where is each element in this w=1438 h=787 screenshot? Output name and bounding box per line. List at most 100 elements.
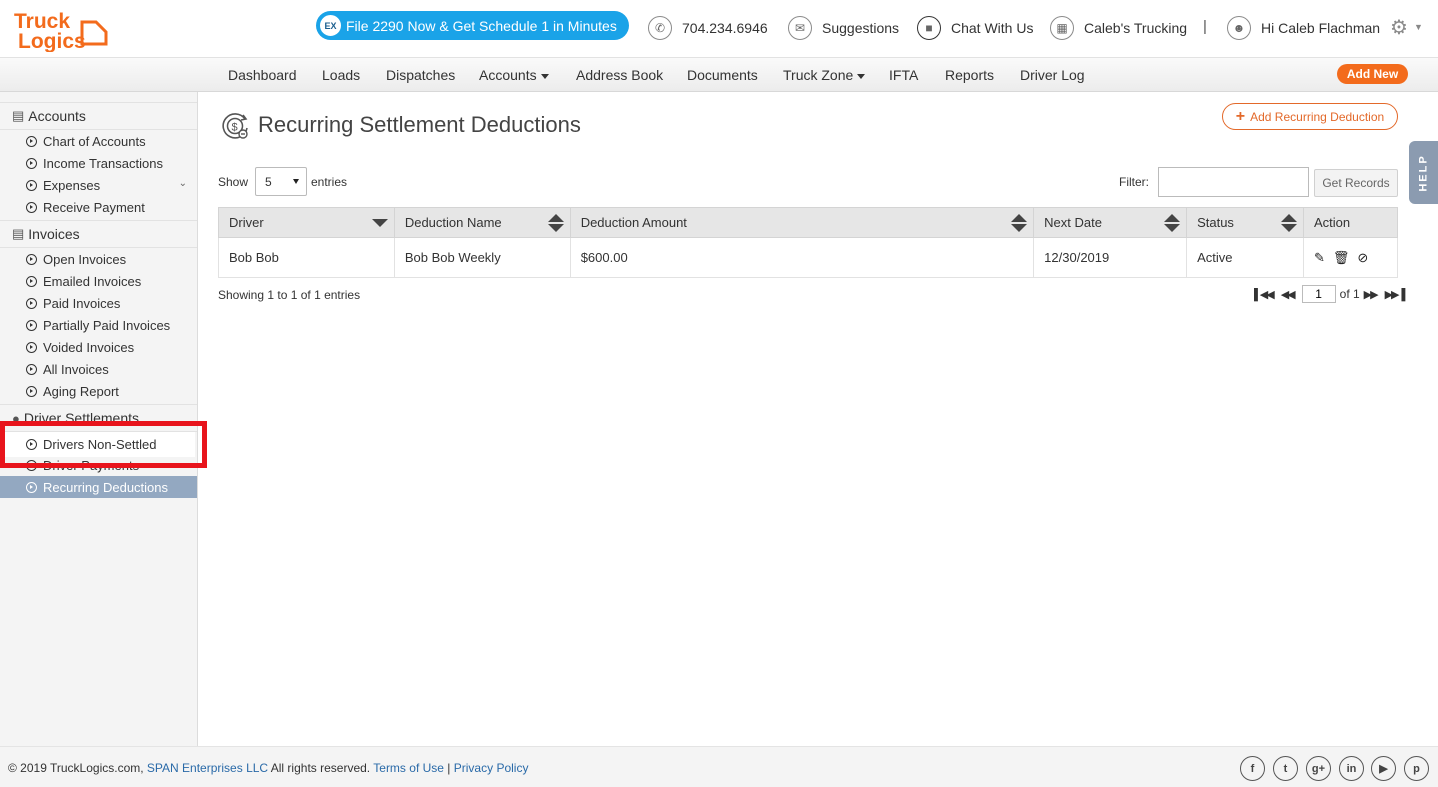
circle-play-icon — [26, 341, 37, 353]
nav-driver-log[interactable]: Driver Log — [1020, 67, 1085, 83]
sidebar-section-invoices[interactable]: ▤ Invoices — [0, 220, 197, 248]
sidebar-item-emailed-invoices[interactable]: Emailed Invoices — [0, 270, 197, 292]
nav-address-book[interactable]: Address Book — [576, 67, 663, 83]
nav-truck-zone-label: Truck Zone — [783, 67, 854, 83]
sidebar-item-all-invoices[interactable]: All Invoices — [0, 358, 197, 380]
sidebar-section-driver-settlements[interactable]: ● Driver Settlements — [0, 404, 197, 432]
page-size-value: 5 — [265, 174, 272, 189]
chat-link[interactable]: ■ Chat With Us — [917, 14, 1033, 42]
next-page-icon[interactable]: ▶▶ — [1364, 288, 1379, 301]
sidebar-item-voided-invoices[interactable]: Voided Invoices — [0, 336, 197, 358]
footer-divider: | — [447, 761, 451, 775]
column-header-status[interactable]: Status — [1186, 207, 1304, 238]
nav-accounts[interactable]: Accounts — [479, 67, 549, 83]
sidebar-item-partially-paid-invoices[interactable]: Partially Paid Invoices — [0, 314, 197, 336]
sidebar-item-recurring-deductions[interactable]: Recurring Deductions — [0, 476, 197, 498]
nav-truck-zone[interactable]: Truck Zone — [783, 67, 866, 83]
page-title: Recurring Settlement Deductions — [258, 112, 581, 137]
column-header-driver[interactable]: Driver — [218, 207, 395, 238]
nav-dispatches[interactable]: Dispatches — [386, 67, 455, 83]
deactivate-ban-icon[interactable]: ⊘ — [1357, 250, 1368, 266]
page-size-select[interactable]: 5 — [255, 167, 307, 196]
edit-pencil-icon[interactable]: ✎ — [1314, 250, 1325, 266]
sidebar-item-aging-report[interactable]: Aging Report — [0, 380, 197, 402]
cell-action: ✎ 🗑 ⊘ — [1302, 237, 1399, 278]
table-row: Bob Bob Bob Bob Weekly $600.00 12/30/201… — [218, 237, 1399, 278]
user-greeting: Hi Caleb Flachman — [1261, 20, 1381, 36]
page-of-label: of 1 — [1339, 287, 1360, 301]
sidebar-item-paid-invoices[interactable]: Paid Invoices — [0, 292, 197, 314]
terms-link[interactable]: Terms of Use — [373, 761, 444, 775]
span-enterprises-link[interactable]: SPAN Enterprises LLC — [147, 761, 268, 775]
filter-input[interactable] — [1158, 167, 1309, 197]
user-menu[interactable]: ☻ Hi Caleb Flachman — [1227, 14, 1380, 42]
sidebar-item-income-transactions[interactable]: Income Transactions — [0, 152, 197, 174]
sidebar-item-drivers-non-settled[interactable]: Drivers Non-Settled — [5, 432, 195, 457]
add-new-button[interactable]: Add New — [1337, 64, 1408, 84]
nav-reports[interactable]: Reports — [945, 67, 994, 83]
circle-play-icon — [26, 253, 37, 265]
sidebar: ▤ Accounts Chart of Accounts Income Tran… — [0, 92, 198, 746]
column-header-deduction-amount[interactable]: Deduction Amount — [569, 207, 1035, 238]
nav-documents[interactable]: Documents — [687, 67, 758, 83]
sidebar-item-expenses[interactable]: Expenses ⌄ — [0, 174, 197, 196]
first-page-icon[interactable]: ▌◀◀ — [1254, 288, 1275, 301]
add-recurring-deduction-button[interactable]: + Add Recurring Deduction — [1222, 103, 1398, 130]
settings-caret-icon[interactable]: ▼ — [1414, 22, 1423, 32]
column-header-deduction-name[interactable]: Deduction Name — [393, 207, 571, 238]
circle-play-icon — [26, 179, 37, 191]
sidebar-item-chart-of-accounts[interactable]: Chart of Accounts — [0, 130, 197, 152]
caret-down-icon — [857, 73, 866, 79]
page-number-input[interactable] — [1301, 285, 1336, 303]
circle-play-icon — [26, 201, 37, 213]
phone-link[interactable]: ✆ 704.234.6946 — [648, 14, 768, 42]
linkedin-icon[interactable]: in — [1339, 756, 1364, 781]
googleplus-icon[interactable]: g+ — [1306, 756, 1331, 781]
last-page-icon[interactable]: ▶▶▐ — [1385, 288, 1406, 301]
sidebar-item-label: All Invoices — [43, 361, 109, 377]
twitter-icon[interactable]: t — [1273, 756, 1298, 781]
nav-dashboard[interactable]: Dashboard — [228, 67, 297, 83]
help-label: HELP — [1417, 153, 1430, 192]
pinterest-icon[interactable]: p — [1404, 756, 1429, 781]
pagination: ▌◀◀ ◀◀ of 1 ▶▶ ▶▶▐ — [1250, 285, 1407, 303]
entries-label: entries — [311, 175, 348, 189]
prev-page-icon[interactable]: ◀◀ — [1281, 288, 1296, 301]
top-header: Truck Logics EX File 2290 Now & Get Sche… — [0, 0, 1438, 58]
showing-entries-text: Showing 1 to 1 of 1 entries — [218, 288, 361, 302]
sidebar-section-accounts[interactable]: ▤ Accounts — [0, 102, 197, 130]
sidebar-item-receive-payment[interactable]: Receive Payment — [0, 196, 197, 218]
company-link[interactable]: ▦ Caleb's Trucking — [1050, 14, 1187, 42]
help-tab[interactable]: HELP — [1409, 141, 1438, 204]
get-records-button[interactable]: Get Records — [1314, 169, 1398, 197]
building-icon: ▦ — [1050, 16, 1074, 40]
promo-text: File 2290 Now & Get Schedule 1 in Minute… — [346, 17, 617, 34]
circle-play-icon — [26, 481, 37, 493]
filter-label: Filter: — [1119, 175, 1149, 189]
trucklogics-logo[interactable]: Truck Logics — [12, 8, 110, 52]
nav-ifta[interactable]: IFTA — [889, 67, 918, 83]
facebook-icon[interactable]: f — [1240, 756, 1265, 781]
sidebar-item-label: Aging Report — [43, 383, 119, 399]
caret-down-icon — [540, 73, 549, 79]
sort-desc-icon — [371, 219, 388, 227]
column-header-next-date[interactable]: Next Date — [1033, 207, 1188, 238]
delete-trash-icon[interactable]: 🗑 — [1333, 250, 1350, 266]
suggestions-link[interactable]: ✉ Suggestions — [788, 14, 899, 42]
circle-play-icon — [26, 459, 37, 471]
sidebar-item-label: Open Invoices — [43, 251, 127, 267]
deductions-table: Driver Deduction Name Deduction Amount N… — [218, 207, 1399, 278]
sidebar-item-driver-payments[interactable]: Driver Payments — [0, 454, 197, 476]
section-label: Invoices — [28, 226, 80, 242]
nav-accounts-label: Accounts — [479, 67, 537, 83]
nav-loads[interactable]: Loads — [322, 67, 360, 83]
circle-play-icon — [26, 385, 37, 397]
chevron-down-icon[interactable]: ⌄ — [179, 178, 187, 189]
privacy-link[interactable]: Privacy Policy — [454, 761, 529, 775]
promo-2290-button[interactable]: EX File 2290 Now & Get Schedule 1 in Min… — [316, 11, 629, 40]
youtube-icon[interactable]: ▶ — [1371, 756, 1396, 781]
circle-play-icon — [26, 439, 37, 450]
circle-play-icon — [26, 275, 37, 287]
sidebar-item-open-invoices[interactable]: Open Invoices — [0, 248, 197, 270]
settings-gear-icon[interactable]: ⚙ — [1390, 15, 1408, 40]
